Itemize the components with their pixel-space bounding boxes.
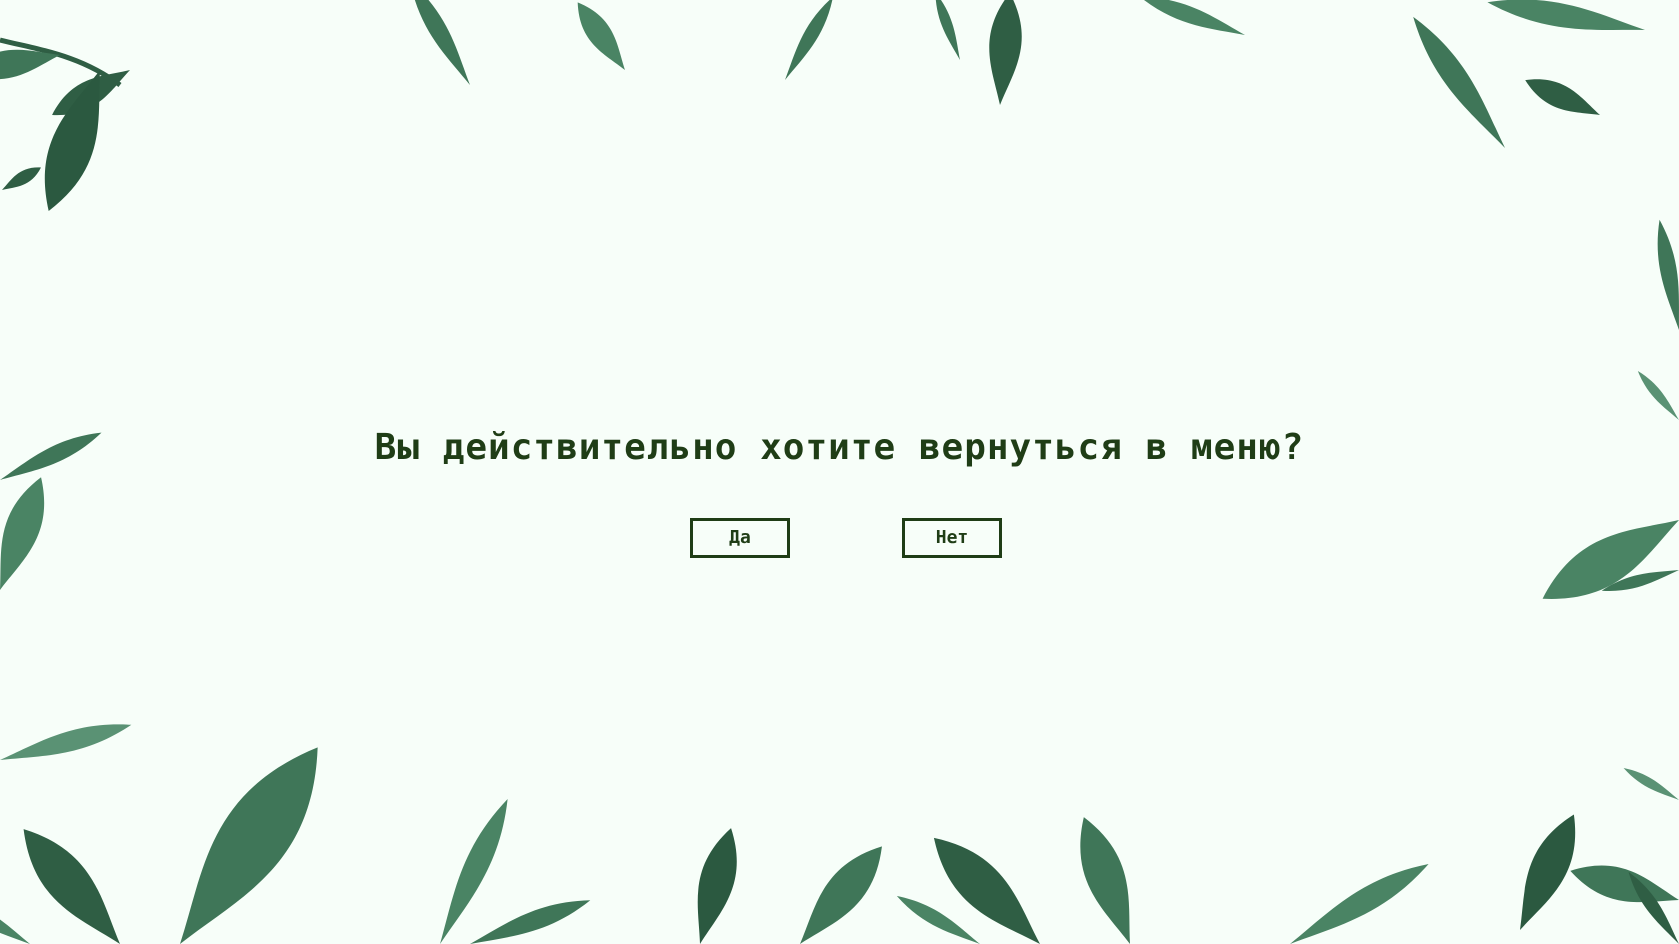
no-button[interactable]: Нет [902,518,1002,558]
confirm-screen: Вы действительно хотите вернуться в меню… [0,0,1679,944]
yes-button[interactable]: Да [690,518,790,558]
confirm-dialog: Вы действительно хотите вернуться в меню… [0,0,1679,944]
confirm-question: Вы действительно хотите вернуться в меню… [374,427,1305,468]
